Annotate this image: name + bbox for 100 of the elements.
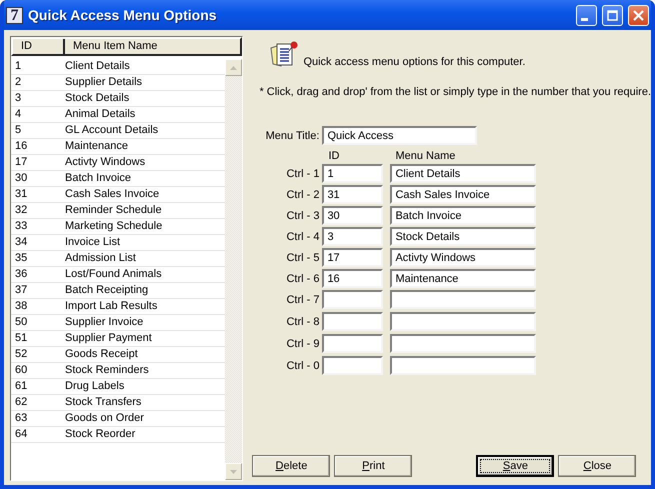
maximize-icon	[607, 10, 618, 20]
id-cell-text: 4	[14, 107, 22, 122]
name-cell-text: Marketing Schedule	[64, 219, 162, 234]
column-header: Menu Name	[394, 150, 456, 162]
menu-title-field[interactable]: Quick Access	[322, 126, 478, 145]
id-cell-text: 31	[14, 187, 28, 202]
name-cell-text: Maintenance	[64, 139, 128, 154]
id-field[interactable]: 3	[322, 227, 384, 246]
id-cell-text: 50	[14, 315, 28, 330]
name-cell-text: Batch Receipting	[64, 283, 148, 298]
shortcut-label: Ctrl - 8	[285, 316, 320, 328]
shortcut-label: Ctrl - 2	[285, 188, 320, 200]
id-field[interactable]	[322, 290, 384, 309]
menu-name-field[interactable]: Client Details	[390, 164, 536, 183]
id-field[interactable]: 16	[322, 269, 384, 288]
id-cell-text: 35	[14, 251, 28, 266]
name-cell-text: Activty Windows	[64, 155, 146, 170]
id-cell-text: 1	[14, 59, 22, 74]
name-cell-text: Supplier Details	[64, 75, 142, 90]
id-field[interactable]: 1	[322, 164, 384, 183]
id-field[interactable]: 30	[322, 206, 384, 225]
id-cell-text: 17	[14, 155, 28, 170]
id-cell-text: 52	[14, 347, 28, 362]
print-button[interactable]: Print	[334, 455, 412, 477]
shortcut-label: Ctrl - 6	[285, 272, 320, 284]
maximize-button[interactable]	[602, 4, 623, 26]
id-cell-text: 33	[14, 219, 28, 234]
intro-text: Quick access menu options for this computer.	[303, 56, 526, 68]
name-cell-text: Stock Transfers	[64, 395, 142, 410]
menu-name-field[interactable]: Cash Sales Invoice	[390, 185, 536, 204]
id-cell-text: 38	[14, 299, 28, 314]
id-cell-text: 64	[14, 427, 28, 442]
column-header: ID	[327, 150, 340, 162]
name-cell-text: Supplier Invoice	[64, 315, 144, 330]
menu-name-field[interactable]: Batch Invoice	[390, 206, 536, 225]
menu-name-field[interactable]: Stock Details	[390, 227, 536, 246]
up-arrow-icon	[230, 66, 238, 70]
name-cell-text: GL Account Details	[64, 123, 158, 138]
scroll-down-button[interactable]	[225, 463, 242, 480]
menu-name-field[interactable]	[390, 334, 536, 353]
name-cell-text: Stock Details	[64, 91, 130, 106]
scrollbar[interactable]	[225, 59, 242, 480]
scroll-up-button[interactable]	[225, 59, 242, 76]
id-cell-text: 30	[14, 171, 28, 186]
id-cell-text: 32	[14, 203, 28, 218]
name-cell-text: Invoice List	[64, 235, 120, 250]
menu-item-list[interactable]	[10, 36, 244, 481]
name-cell-text: Animal Details	[64, 107, 136, 122]
save-button[interactable]: Save	[476, 455, 554, 477]
name-cell-text: Lost/Found Animals	[64, 267, 162, 282]
shortcut-label: Ctrl - 0	[285, 360, 320, 372]
down-arrow-icon	[230, 470, 238, 474]
name-cell-text: Batch Invoice	[64, 171, 132, 186]
id-field[interactable]: 31	[322, 185, 384, 204]
name-cell-text: Stock Reminders	[64, 363, 149, 378]
field-label: Menu Title:	[264, 130, 320, 142]
shortcut-label: Ctrl - 9	[285, 338, 320, 350]
column-header[interactable]: Menu Item Name	[65, 39, 240, 54]
name-cell-text: Reminder Schedule	[64, 203, 162, 218]
menu-name-field[interactable]: Maintenance	[390, 269, 536, 288]
shortcut-label: Ctrl - 3	[285, 210, 320, 222]
close-button[interactable]: Close	[558, 455, 636, 477]
name-cell-text: Import Lab Results	[64, 299, 158, 314]
shortcut-label: Ctrl - 7	[285, 294, 320, 306]
close-button[interactable]	[628, 4, 649, 26]
shortcut-label: Ctrl - 1	[285, 168, 320, 180]
name-cell-text: Client Details	[64, 59, 130, 74]
name-cell-text: Cash Sales Invoice	[64, 187, 160, 202]
id-cell-text: 61	[14, 379, 28, 394]
id-cell-text: 60	[14, 363, 28, 378]
name-cell-text: Drug Labels	[64, 379, 124, 394]
id-field[interactable]	[322, 356, 384, 375]
window-title: Quick Access Menu Options	[28, 7, 218, 23]
instruction-text: * Click, drag and drop' from the list or simply type in the number that you require.	[259, 86, 651, 98]
column-header[interactable]: ID	[13, 39, 65, 54]
id-cell-text: 36	[14, 267, 28, 282]
id-cell-text: 62	[14, 395, 28, 410]
menu-name-field[interactable]	[390, 290, 536, 309]
minimize-button[interactable]	[576, 4, 597, 26]
id-cell-text: 3	[14, 91, 22, 106]
menu-name-field[interactable]	[390, 356, 536, 375]
name-cell-text: Supplier Payment	[64, 331, 152, 346]
menu-name-field[interactable]	[390, 312, 536, 331]
id-cell-text: 51	[14, 331, 28, 346]
name-cell-text: Goods Receipt	[64, 347, 138, 362]
name-cell-text: Stock Reorder	[64, 427, 136, 442]
name-cell-text: Goods on Order	[64, 411, 144, 426]
id-field[interactable]: 17	[322, 248, 384, 267]
menu-name-field[interactable]: Activty Windows	[390, 248, 536, 267]
id-field[interactable]	[322, 334, 384, 353]
id-cell-text: 16	[14, 139, 28, 154]
notepad-icon	[269, 40, 300, 68]
delete-button[interactable]: Delete	[252, 455, 330, 477]
id-cell-text: 5	[14, 123, 22, 138]
id-cell-text: 2	[14, 75, 22, 90]
shortcut-label: Ctrl - 5	[285, 252, 320, 264]
id-field[interactable]	[322, 312, 384, 331]
app-icon: 7	[6, 6, 23, 24]
id-cell-text: 34	[14, 235, 28, 250]
minimize-icon	[581, 18, 588, 20]
